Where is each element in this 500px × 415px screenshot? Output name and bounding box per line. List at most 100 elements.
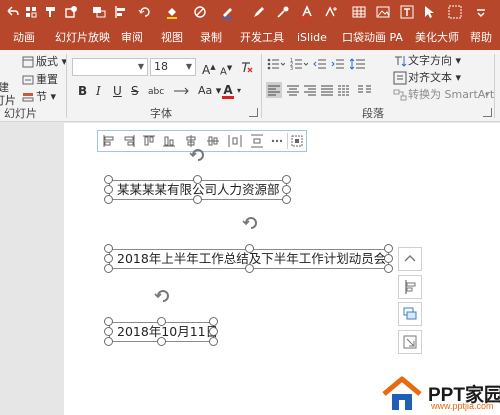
expand-button[interactable] <box>398 330 422 354</box>
resize-handle[interactable] <box>104 264 113 273</box>
italic-button[interactable]: I <box>96 83 101 99</box>
font-size-combo[interactable]: 18 ▼ <box>150 58 196 76</box>
resize-handle[interactable] <box>384 244 393 253</box>
align-left-icon[interactable] <box>102 134 116 148</box>
resize-handle[interactable] <box>209 317 218 326</box>
format-painter-icon[interactable] <box>44 5 58 19</box>
resize-handle[interactable] <box>282 185 291 194</box>
paragraph-dialog-launcher[interactable] <box>483 108 492 117</box>
decrease-indent-icon[interactable] <box>313 57 327 71</box>
bullets-icon[interactable] <box>267 57 285 71</box>
arrange-button[interactable] <box>398 302 422 326</box>
align-right-icon[interactable] <box>122 134 136 148</box>
resize-handle[interactable] <box>209 327 218 336</box>
grow-font-button[interactable]: A▲ <box>202 59 216 78</box>
align-icon[interactable] <box>114 5 128 19</box>
thumbnail-pane[interactable] <box>0 123 64 415</box>
columns-icon[interactable] <box>356 82 374 98</box>
resize-handle[interactable] <box>193 195 202 204</box>
box-select-icon[interactable] <box>448 5 462 19</box>
new-slide-label2[interactable]: 灯片 <box>0 94 16 108</box>
grid-icon[interactable] <box>24 5 38 19</box>
tab-view[interactable]: 视图 <box>161 30 183 46</box>
layout-options-button[interactable] <box>398 275 422 299</box>
resize-handle[interactable] <box>104 175 113 184</box>
resize-handle[interactable] <box>282 175 291 184</box>
font-color-icon[interactable] <box>300 5 314 19</box>
table-icon[interactable] <box>352 5 366 19</box>
font-size-icon[interactable] <box>325 5 339 19</box>
align-center-icon[interactable] <box>285 82 301 98</box>
eyedropper-icon[interactable] <box>276 5 290 19</box>
pen-icon[interactable] <box>252 5 266 19</box>
resize-handle[interactable] <box>104 254 113 263</box>
resize-handle[interactable] <box>104 327 113 336</box>
convert-smartart-button[interactable]: 转换为 SmartArt <box>408 88 494 102</box>
numbering-icon[interactable]: 123 <box>290 57 308 71</box>
chevron-down-icon[interactable]: ▾ <box>485 88 489 102</box>
group-align-icon[interactable] <box>290 134 304 148</box>
tab-islide[interactable]: iSlide <box>297 30 327 46</box>
collapse-button[interactable] <box>398 247 422 271</box>
char-spacing-icon[interactable] <box>172 85 192 97</box>
reset-button[interactable]: 重置 <box>36 73 58 87</box>
resize-handle[interactable] <box>193 175 202 184</box>
resize-handle[interactable] <box>384 264 393 273</box>
underline-button[interactable]: U <box>113 83 122 99</box>
align-right-icon[interactable] <box>302 82 318 98</box>
font-name-combo[interactable]: ▼ <box>72 58 148 76</box>
align-bottom-icon[interactable] <box>162 134 176 148</box>
more-icon[interactable] <box>270 134 284 148</box>
layout-button[interactable]: 版式 ▾ <box>36 55 67 69</box>
resize-handle[interactable] <box>282 195 291 204</box>
distribute-horizontal-icon[interactable] <box>228 134 242 148</box>
shadow-button[interactable]: abc <box>148 84 164 100</box>
no-symbol-icon[interactable] <box>193 5 207 19</box>
arrange-icon[interactable] <box>92 5 106 19</box>
align-left-button[interactable] <box>266 82 282 98</box>
change-case-button[interactable]: Aa ▾ <box>198 83 221 99</box>
resize-handle[interactable] <box>104 337 113 346</box>
section-button[interactable]: 节 ▾ <box>36 90 56 104</box>
align-top-icon[interactable] <box>142 134 156 148</box>
text-direction-button[interactable]: 文字方向 ▾ <box>408 54 461 68</box>
fill-color-icon[interactable] <box>165 5 179 19</box>
outline-color-icon[interactable] <box>220 5 234 19</box>
chevron-down-icon[interactable]: ▾ <box>237 84 241 98</box>
clear-format-icon[interactable] <box>240 60 254 74</box>
resize-handle[interactable] <box>104 244 113 253</box>
resize-handle[interactable] <box>157 337 166 346</box>
font-dialog-launcher[interactable] <box>249 108 258 117</box>
resize-handle[interactable] <box>245 244 254 253</box>
distribute-icon[interactable] <box>336 82 352 98</box>
bold-button[interactable]: B <box>78 83 87 99</box>
tab-animation[interactable]: 动画 <box>13 30 35 46</box>
rotate-handle-icon[interactable] <box>242 214 260 232</box>
resize-handle[interactable] <box>245 264 254 273</box>
shrink-font-button[interactable]: A▼ <box>220 60 232 80</box>
tab-developer[interactable]: 开发工具 <box>240 30 284 46</box>
new-slide-label[interactable]: 建 <box>0 81 9 95</box>
pointer-icon[interactable] <box>422 5 436 19</box>
tab-help[interactable]: 帮助 <box>470 30 492 46</box>
rotate-icon[interactable] <box>138 5 152 19</box>
increase-indent-icon[interactable] <box>331 57 345 71</box>
strikethrough-button[interactable]: S <box>131 83 139 99</box>
resize-handle[interactable] <box>104 195 113 204</box>
tab-pocket-animation[interactable]: 口袋动画 PA <box>342 30 403 46</box>
distribute-vertical-icon[interactable] <box>250 134 264 148</box>
resize-handle[interactable] <box>384 254 393 263</box>
line-spacing-icon[interactable] <box>350 57 366 71</box>
resize-handle[interactable] <box>157 317 166 326</box>
resize-handle[interactable] <box>209 337 218 346</box>
rotate-handle-icon[interactable] <box>154 287 172 305</box>
shape-icon[interactable] <box>64 5 78 19</box>
picture-icon[interactable] <box>376 5 390 19</box>
font-color-button[interactable]: A <box>222 82 234 99</box>
slide-canvas[interactable] <box>64 123 500 415</box>
resize-handle[interactable] <box>104 317 113 326</box>
undo-icon[interactable] <box>5 5 19 19</box>
tab-review[interactable]: 审阅 <box>121 30 143 46</box>
justify-icon[interactable] <box>319 82 335 98</box>
tab-beautify[interactable]: 美化大师 <box>415 30 459 46</box>
